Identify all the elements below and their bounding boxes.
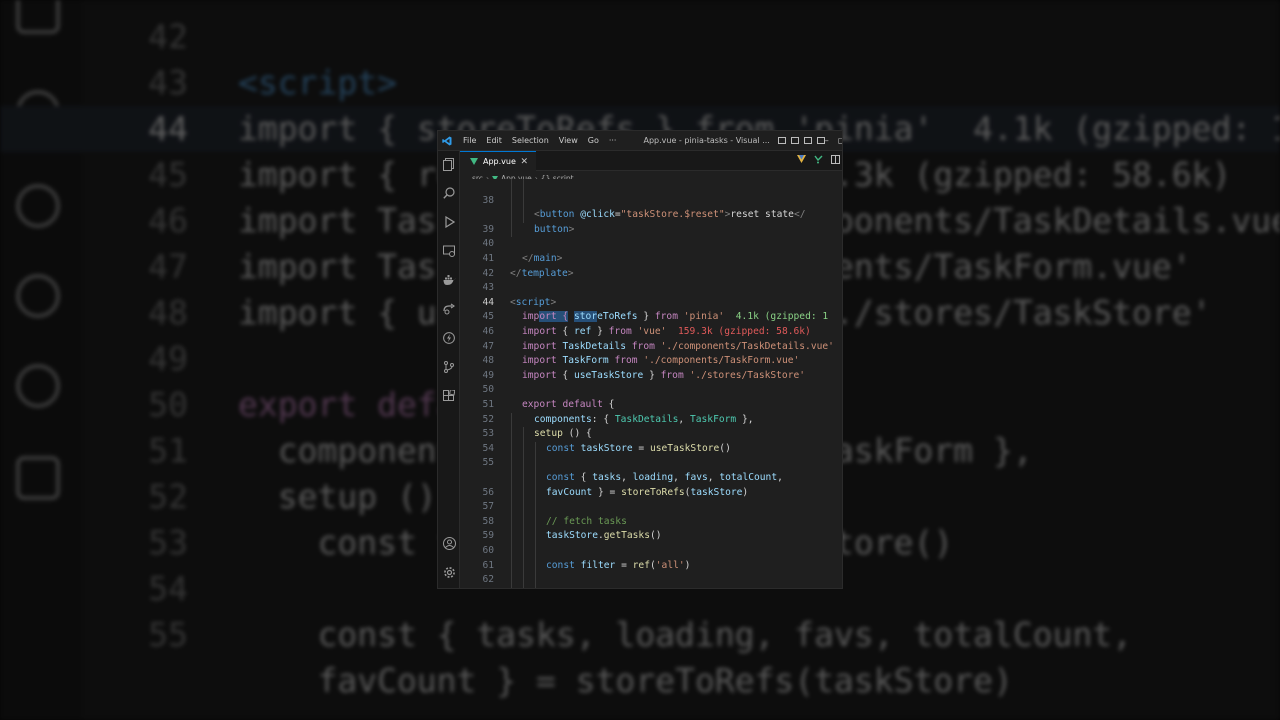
explorer-icon[interactable] bbox=[442, 157, 456, 171]
code-line: 51 components: { TaskDetails, TaskForm }… bbox=[460, 383, 842, 425]
code-line: 60 const filter = ref('all') bbox=[460, 529, 842, 571]
vscode-window: File Edit Selection View Go ··· App.vue … bbox=[438, 131, 842, 588]
window-title: App.vue - pinia-tasks - Visual ... bbox=[643, 136, 770, 145]
vue-preview-icon[interactable] bbox=[797, 155, 806, 164]
manage-gear-icon[interactable] bbox=[442, 565, 456, 579]
extensions-icon[interactable] bbox=[442, 389, 456, 403]
close-icon[interactable]: ✕ bbox=[520, 157, 528, 167]
menu-edit[interactable]: Edit bbox=[481, 136, 507, 145]
activity-bar bbox=[438, 151, 460, 588]
background-code-line: 43 <script> bbox=[148, 63, 397, 102]
accounts-icon[interactable] bbox=[442, 536, 456, 550]
code-line: 50 export default { bbox=[460, 369, 842, 410]
compare-icon[interactable] bbox=[814, 155, 823, 164]
docker-icon[interactable] bbox=[442, 273, 456, 287]
code-line: 59 bbox=[460, 515, 842, 541]
run-debug-icon[interactable] bbox=[442, 215, 456, 229]
thunder-client-icon[interactable] bbox=[442, 331, 456, 345]
menu-view[interactable]: View bbox=[554, 136, 583, 145]
search-icon[interactable] bbox=[442, 186, 456, 200]
code-line: 41 </template> bbox=[460, 237, 842, 279]
toggle-panel-icon[interactable] bbox=[790, 137, 799, 144]
remote-explorer-icon[interactable] bbox=[442, 244, 456, 258]
code-line: button> bbox=[460, 194, 842, 235]
code-line: 62 return { taskStore, filter, tasks, lo… bbox=[460, 559, 842, 585]
toggle-sidebar-icon[interactable] bbox=[777, 137, 786, 144]
vscode-logo-icon bbox=[442, 136, 452, 146]
code-line: 58 taskStore.getTasks() bbox=[460, 500, 842, 542]
code-line: 42 bbox=[460, 252, 842, 279]
code-line: 61 bbox=[460, 544, 842, 571]
vue-file-icon bbox=[470, 158, 478, 165]
code-line: 48 import { useTaskStore } from './store… bbox=[460, 340, 842, 381]
code-line-current: 44 import { storeToRefs } from 'pinia' 4… bbox=[460, 281, 842, 323]
menu-more[interactable]: ··· bbox=[604, 136, 622, 145]
code-line: favCount } = storeToRefs(taskStore) bbox=[460, 456, 842, 498]
live-share-icon[interactable] bbox=[442, 302, 456, 316]
code-line: 49 bbox=[460, 354, 842, 381]
editor-actions bbox=[797, 155, 840, 164]
background-code-line: 55 const { tasks, loading, favs, totalCo… bbox=[148, 615, 1133, 654]
menu-file[interactable]: File bbox=[458, 136, 481, 145]
code-line: 45 import { ref } from 'vue' 159.3k (gzi… bbox=[460, 296, 842, 337]
code-line: 57 // fetch tasks bbox=[460, 486, 842, 527]
code-line: 56 bbox=[460, 471, 842, 498]
code-editor[interactable]: 38 <button @click="taskStore.$reset">res… bbox=[460, 179, 842, 588]
maximize-icon[interactable]: ▢ bbox=[838, 136, 842, 145]
window-controls: – ▢ bbox=[825, 136, 842, 145]
code-line: 38 <button @click="taskStore.$reset">res… bbox=[460, 179, 842, 221]
minimize-icon[interactable]: – bbox=[825, 136, 829, 145]
menu-go[interactable]: Go bbox=[583, 136, 604, 145]
code-line: 47 import TaskForm from './components/Ta… bbox=[460, 325, 842, 367]
title-bar: File Edit Selection View Go ··· App.vue … bbox=[438, 131, 842, 151]
code-line: 40 </main> bbox=[460, 223, 842, 264]
menu-selection[interactable]: Selection bbox=[507, 136, 554, 145]
split-editor-icon[interactable] bbox=[831, 155, 840, 164]
tab-label: App.vue bbox=[483, 157, 516, 166]
code-line: 43 <script> bbox=[460, 267, 842, 308]
source-control-icon[interactable] bbox=[442, 360, 456, 374]
code-line: 53 const taskStore = useTaskStore() bbox=[460, 413, 842, 454]
customize-layout-icon[interactable] bbox=[816, 137, 825, 144]
code-line: 39 bbox=[460, 208, 842, 235]
code-line: 52 setup () { bbox=[460, 398, 842, 440]
editor-tabs: App.vue ✕ bbox=[460, 151, 842, 171]
layout-controls bbox=[777, 137, 825, 144]
code-line: totalCount, favCount } bbox=[460, 573, 842, 588]
background-code-line: favCount } = storeToRefs(taskStore) bbox=[238, 661, 1013, 700]
background-code-line: 42 bbox=[148, 17, 188, 56]
code-line: 46 import TaskDetails from './components… bbox=[460, 310, 842, 352]
tab-app-vue[interactable]: App.vue ✕ bbox=[460, 151, 536, 171]
code-line: 54 bbox=[460, 427, 842, 454]
code-line: 55 const { tasks, loading, favs, totalCo… bbox=[460, 442, 842, 483]
toggle-secondary-sidebar-icon[interactable] bbox=[803, 137, 812, 144]
